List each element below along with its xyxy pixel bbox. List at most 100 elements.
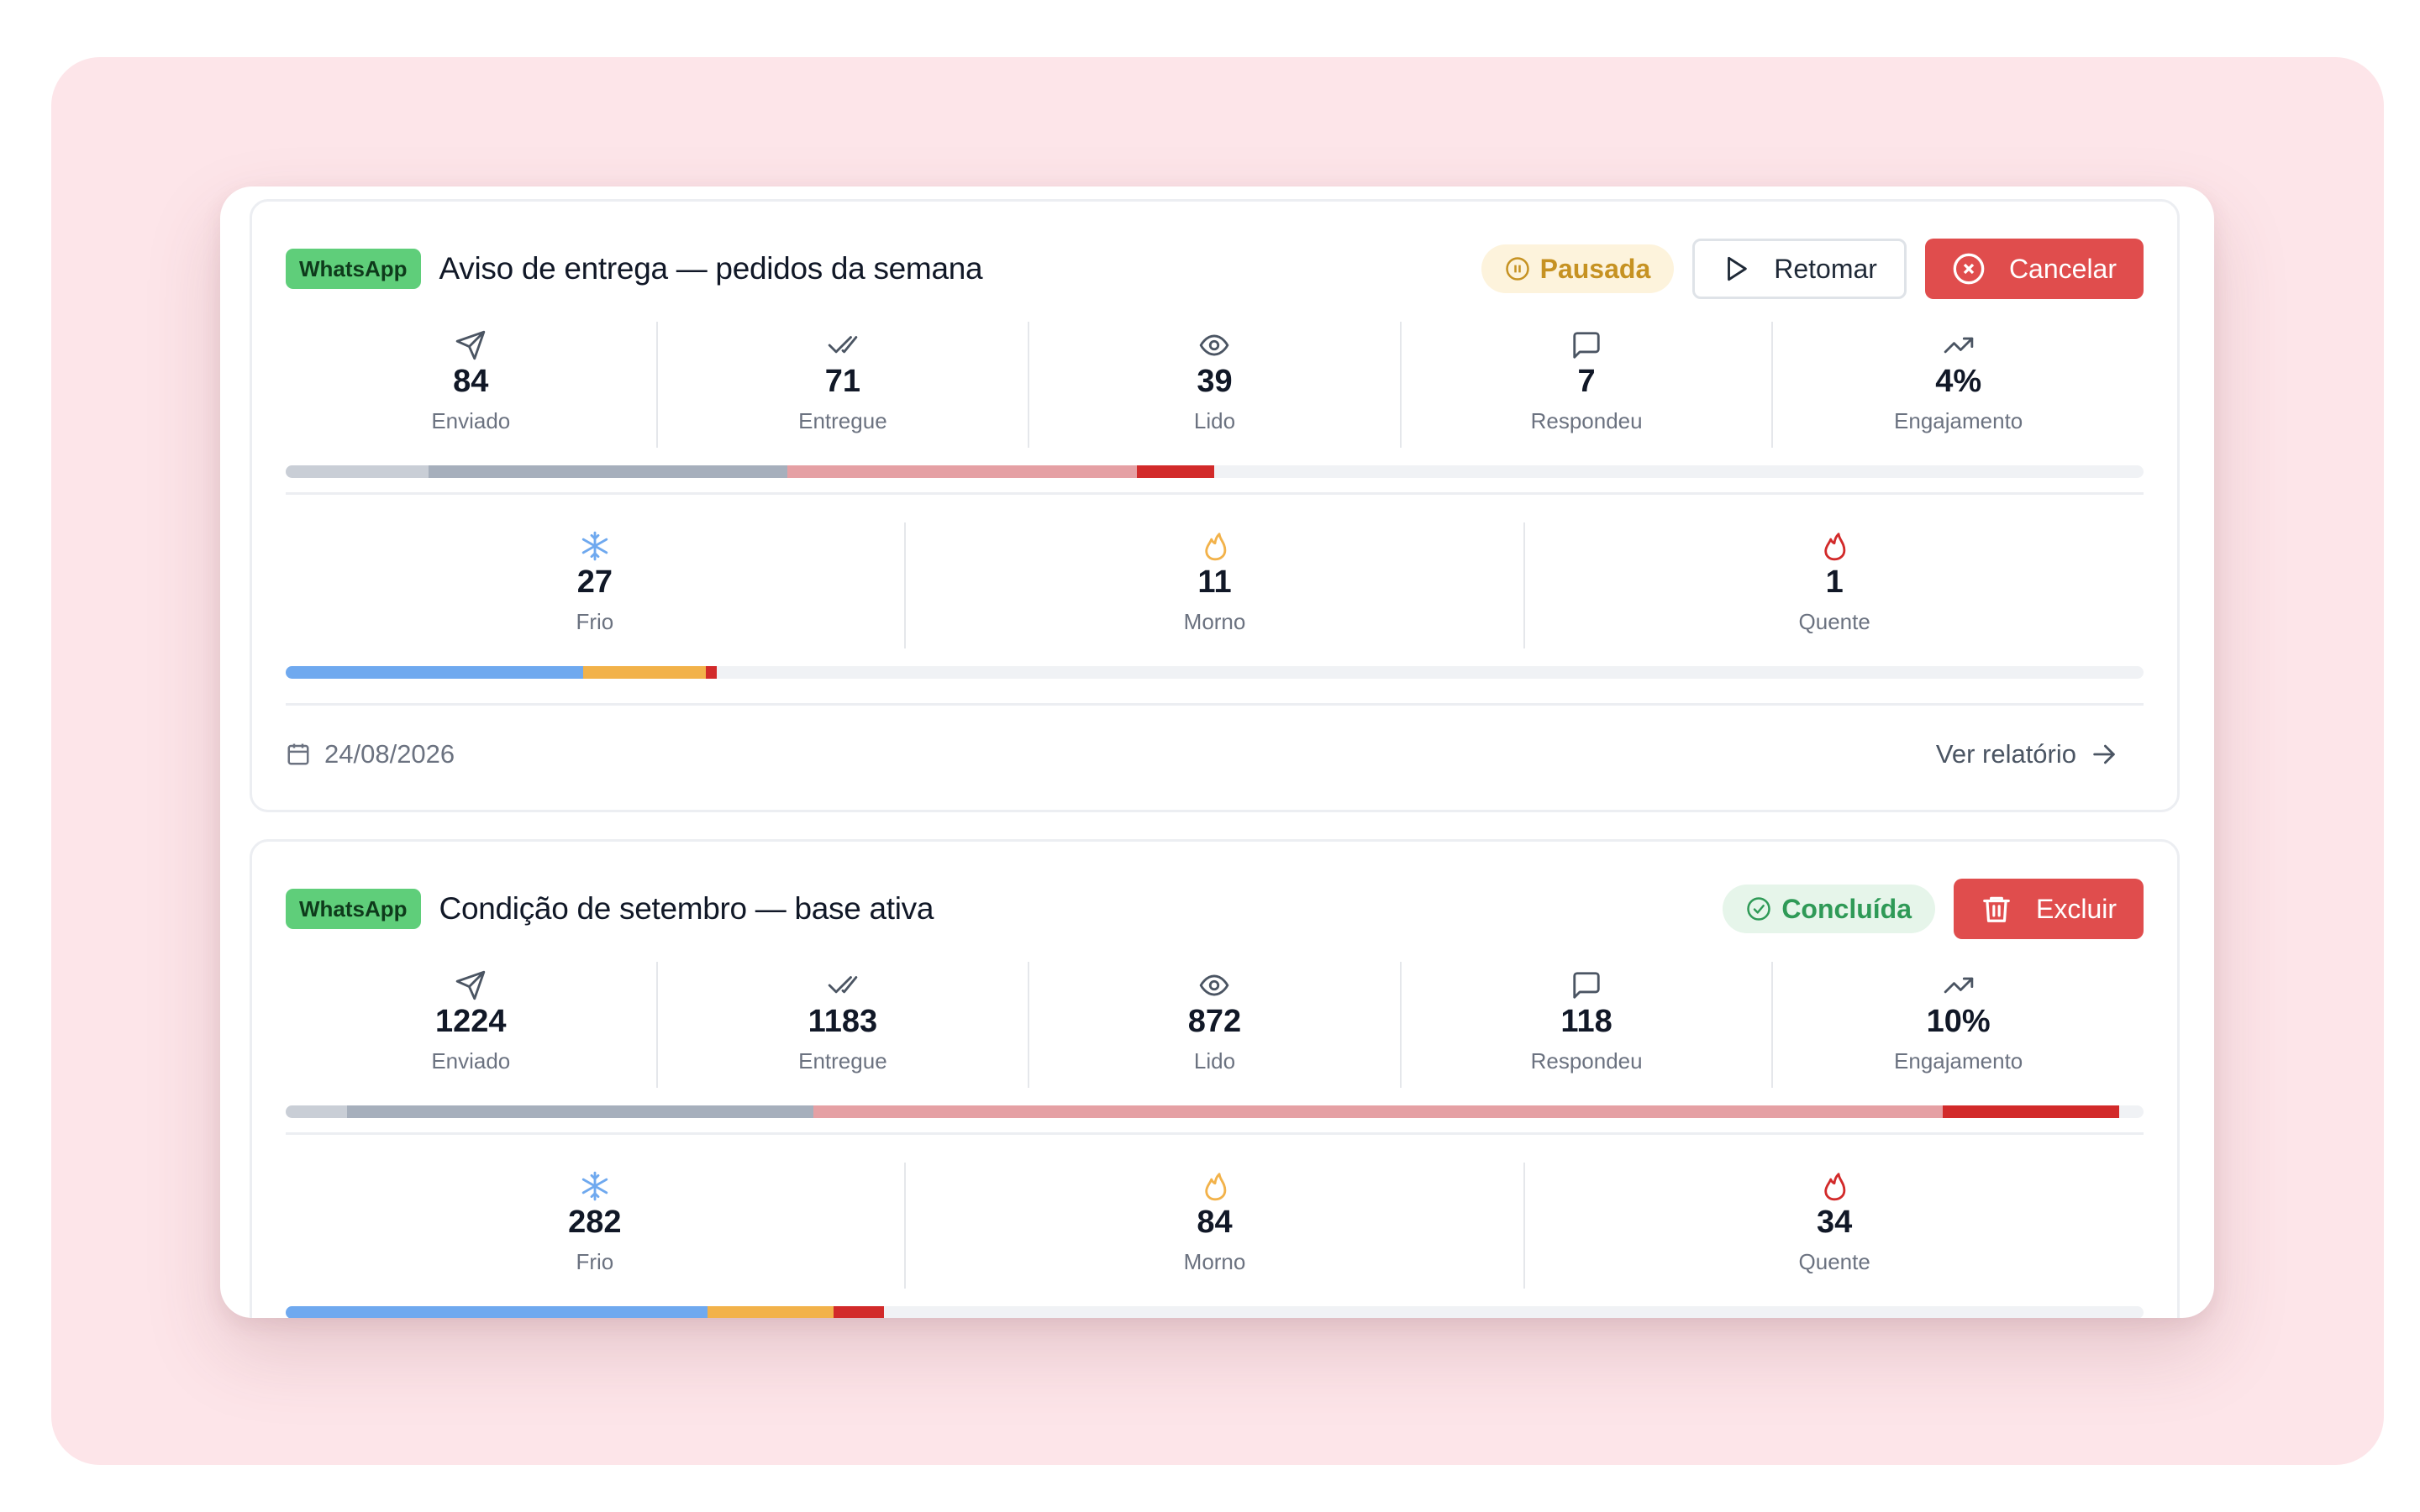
play-icon: [1728, 256, 1747, 281]
temperature-bar-segment: [286, 666, 583, 679]
send-icon: [456, 970, 486, 1000]
stat-value: 872: [1187, 1004, 1242, 1039]
channel-badge: WhatsApp: [286, 249, 421, 289]
stat-enviado: 84 Enviado: [286, 322, 656, 448]
temp-value: 27: [576, 564, 613, 600]
stat-entregue: 1183 Entregue: [655, 962, 1028, 1088]
temperature-bar-segment: [834, 1306, 884, 1318]
date-text: 24/08/2026: [324, 739, 455, 769]
temperature-bar: [286, 666, 2144, 679]
message-icon: [1573, 972, 1600, 999]
stat-value: 1183: [808, 1004, 878, 1039]
temperature-bar-segment: [707, 1306, 834, 1318]
view-report-link[interactable]: Ver relatório: [1936, 739, 2118, 769]
campaign-window: WhatsApp Aviso de entrega — pedidos da s…: [220, 186, 2214, 1318]
stat-value: 39: [1197, 364, 1233, 399]
temp-frio: 27 Frio: [286, 522, 904, 648]
resume-button[interactable]: Retomar: [1692, 239, 1907, 299]
stat-lido: 39 Lido: [1028, 322, 1400, 448]
trending-up-icon: [1944, 337, 1973, 354]
divider: [286, 1132, 2144, 1135]
stat-label: Entregue: [798, 408, 887, 433]
funnel-bar-segment: [786, 465, 1137, 478]
temp-value: 84: [1197, 1205, 1233, 1240]
temp-frio: 282 Frio: [286, 1163, 904, 1289]
campaign-header: WhatsApp Aviso de entrega — pedidos da s…: [286, 239, 2144, 299]
temp-label: Morno: [1183, 1249, 1246, 1274]
funnel-bar-segment: [1943, 1105, 2120, 1118]
status-badge: Concluída: [1723, 885, 1935, 933]
double-check-icon: [828, 336, 858, 354]
funnel-stats: 84 Enviado 71 Entregue 39 Lido 7 Respond…: [286, 322, 2144, 448]
funnel-bar-segment: [286, 465, 429, 478]
arrow-right-icon: [2093, 744, 2115, 764]
flame-icon: [1824, 1173, 1846, 1201]
stat-respondeu: 118 Respondeu: [1399, 962, 1772, 1088]
cancel-button[interactable]: Cancelar: [1924, 239, 2144, 299]
temp-quente: 34 Quente: [1523, 1163, 2144, 1289]
stat-label: Engajamento: [1894, 1048, 2023, 1074]
temperature-bar-segment: [286, 1306, 708, 1318]
stat-label: Respondeu: [1530, 408, 1643, 433]
temp-value: 282: [568, 1205, 622, 1240]
stat-engajamento: 10% Engajamento: [1771, 962, 2144, 1088]
stat-value: 118: [1560, 1004, 1612, 1039]
stat-respondeu: 7 Respondeu: [1399, 322, 1772, 448]
channel-badge: WhatsApp: [286, 889, 421, 929]
stat-value: 71: [824, 364, 861, 399]
campaign-title: Condição de setembro — base ativa: [439, 891, 934, 926]
status-badge: Pausada: [1481, 244, 1675, 293]
flame-icon: [1204, 533, 1226, 561]
trending-up-icon: [1944, 977, 1973, 994]
divider: [286, 703, 2144, 706]
funnel-bar-segment: [1136, 465, 1215, 478]
eye-icon: [1200, 974, 1229, 996]
funnel-bar: [286, 1105, 2144, 1118]
temp-morno: 84 Morno: [903, 1163, 1524, 1289]
temp-value: 11: [1197, 564, 1232, 600]
stat-value: 10%: [1926, 1004, 1991, 1039]
stat-label: Lido: [1193, 1048, 1236, 1074]
funnel-bar-segment: [429, 465, 787, 478]
calendar-icon: [287, 743, 309, 765]
temp-value: 1: [1825, 564, 1844, 600]
stat-engajamento: 4% Engajamento: [1771, 322, 2144, 448]
stat-entregue: 71 Entregue: [655, 322, 1028, 448]
delete-label: Excluir: [2035, 893, 2117, 924]
delete-button[interactable]: Excluir: [1953, 879, 2144, 939]
eye-icon: [1200, 334, 1229, 356]
stat-value: 4%: [1935, 364, 1982, 399]
cancel-label: Cancelar: [2008, 253, 2117, 284]
flame-icon: [1824, 533, 1846, 561]
temp-label: Quente: [1798, 1249, 1870, 1274]
funnel-bar: [286, 465, 2144, 478]
status-label: Concluída: [1781, 893, 1912, 924]
campaign-footer: 24/08/2026 Ver relatório: [286, 731, 2144, 778]
temperature-bar-segment: [582, 666, 706, 679]
funnel-stats: 1224 Enviado 1183 Entregue 872 Lido 118 …: [286, 962, 2144, 1088]
temp-label: Frio: [576, 609, 614, 634]
campaign-card: WhatsApp Condição de setembro — base ati…: [250, 839, 2180, 1318]
trash-icon: [1983, 896, 2010, 922]
temperature-bar: [286, 1306, 2144, 1318]
flame-icon: [1204, 1173, 1226, 1201]
funnel-bar-segment: [286, 1105, 347, 1118]
temperature-stats: 282 Frio 84 Morno 34 Quente: [286, 1163, 2144, 1289]
stat-value: 7: [1577, 364, 1596, 399]
temp-label: Quente: [1798, 609, 1870, 634]
stat-label: Enviado: [431, 1048, 511, 1074]
stat-enviado: 1224 Enviado: [286, 962, 656, 1088]
pause-circle-icon: [1505, 257, 1529, 281]
stat-label: Lido: [1193, 408, 1236, 433]
stat-label: Entregue: [798, 1048, 887, 1074]
campaign-header: WhatsApp Condição de setembro — base ati…: [286, 879, 2144, 939]
stat-lido: 872 Lido: [1028, 962, 1400, 1088]
campaign-card: WhatsApp Aviso de entrega — pedidos da s…: [250, 199, 2180, 812]
view-report-label: Ver relatório: [1935, 739, 2076, 769]
campaign-title: Aviso de entrega — pedidos da semana: [439, 251, 983, 286]
stat-label: Engajamento: [1894, 408, 2023, 433]
check-circle-icon: [1747, 897, 1771, 921]
stat-value: 84: [453, 364, 489, 399]
temp-morno: 11 Morno: [903, 522, 1524, 648]
campaign-date: 24/08/2026: [286, 739, 455, 769]
